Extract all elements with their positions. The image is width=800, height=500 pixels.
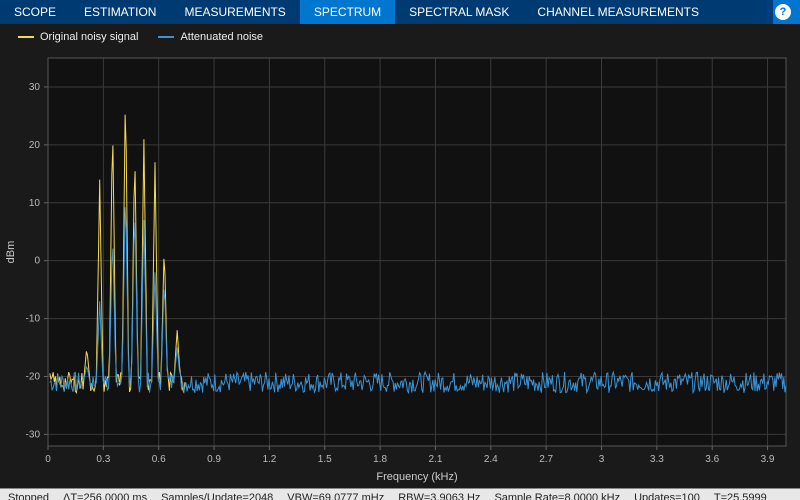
svg-text:0.9: 0.9 [207, 454, 221, 465]
svg-text:3.9: 3.9 [761, 454, 775, 465]
legend-swatch-a [18, 36, 34, 38]
svg-text:-20: -20 [26, 372, 41, 383]
svg-text:1.5: 1.5 [318, 454, 332, 465]
spectrum-plot[interactable]: 0 0.3 0.6 0.9 1.2 1.5 1.8 2.1 2.4 2.7 3 3.3 3.6 3.9 -3… [0, 48, 800, 488]
legend-item-original[interactable]: Original noisy signal [18, 31, 138, 43]
svg-text:-10: -10 [26, 314, 41, 325]
status-srate: Sample Rate=8.0000 kHz [494, 492, 620, 500]
tab-estimation[interactable]: ESTIMATION [70, 0, 170, 24]
svg-text:1.8: 1.8 [373, 454, 387, 465]
plot-svg: 0 0.3 0.6 0.9 1.2 1.5 1.8 2.1 2.4 2.7 3 3.3 3.6 3.9 -3… [0, 48, 800, 488]
svg-text:-30: -30 [26, 429, 41, 440]
status-updates: Updates=100 [634, 492, 700, 500]
tab-spectrum[interactable]: SPECTRUM [300, 0, 395, 24]
svg-text:0: 0 [34, 256, 40, 267]
svg-text:Frequency (kHz): Frequency (kHz) [376, 471, 457, 483]
status-bar: Stopped ΔT=256.0000 ms Samples/Update=20… [0, 488, 800, 500]
status-state: Stopped [8, 492, 49, 500]
svg-text:0.3: 0.3 [96, 454, 110, 465]
tab-channel-measurements[interactable]: CHANNEL MEASUREMENTS [523, 0, 713, 24]
legend-label-b: Attenuated noise [180, 31, 263, 43]
help-button[interactable]: ? [766, 0, 800, 24]
svg-text:10: 10 [29, 198, 41, 209]
tab-measurements[interactable]: MEASUREMENTS [170, 0, 299, 24]
help-icon: ? [775, 4, 791, 20]
svg-text:2.7: 2.7 [539, 454, 553, 465]
svg-text:2.1: 2.1 [428, 454, 442, 465]
svg-text:0: 0 [45, 454, 51, 465]
svg-text:1.2: 1.2 [262, 454, 276, 465]
svg-text:0.6: 0.6 [152, 454, 166, 465]
svg-text:3.6: 3.6 [705, 454, 719, 465]
svg-text:30: 30 [29, 82, 41, 93]
tab-scope[interactable]: SCOPE [0, 0, 70, 24]
svg-text:dBm: dBm [5, 241, 17, 264]
svg-text:3.3: 3.3 [650, 454, 664, 465]
svg-text:2.4: 2.4 [484, 454, 498, 465]
svg-text:3: 3 [599, 454, 605, 465]
status-t: T=25.5999 [714, 492, 767, 500]
legend: Original noisy signal Attenuated noise [0, 24, 800, 48]
svg-text:20: 20 [29, 140, 41, 151]
legend-swatch-b [158, 36, 174, 38]
status-dt: ΔT=256.0000 ms [63, 492, 147, 500]
legend-item-attenuated[interactable]: Attenuated noise [158, 31, 263, 43]
tab-spectral-mask[interactable]: SPECTRAL MASK [395, 0, 523, 24]
status-rbw: RBW=3.9063 Hz [398, 492, 480, 500]
toolstrip-tabs: SCOPE ESTIMATION MEASUREMENTS SPECTRUM S… [0, 0, 800, 24]
status-vbw: VBW=69.0777 mHz [287, 492, 384, 500]
status-spu: Samples/Update=2048 [161, 492, 273, 500]
legend-label-a: Original noisy signal [40, 31, 138, 43]
